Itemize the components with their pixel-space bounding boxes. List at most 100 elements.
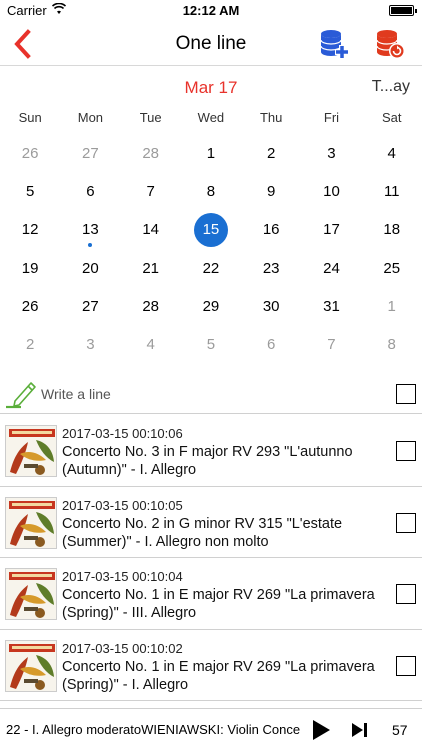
calendar-day-number: 21 xyxy=(142,259,159,277)
calendar-day[interactable]: 6 xyxy=(241,327,301,365)
entry-title: Concerto No. 1 in E major RV 269 "La pri… xyxy=(62,658,375,693)
list-item[interactable]: 2017-03-15 00:10:06 Concerto No. 3 in F … xyxy=(0,415,422,487)
calendar-day[interactable]: 7 xyxy=(301,327,361,365)
calendar-day-number: 20 xyxy=(82,259,99,277)
calendar-day[interactable]: 1 xyxy=(362,289,422,327)
database-reset-icon[interactable] xyxy=(374,28,406,60)
calendar-day[interactable]: 3 xyxy=(60,327,120,365)
calendar-day[interactable]: 1 xyxy=(181,136,241,174)
calendar-day[interactable]: 7 xyxy=(121,174,181,212)
calendar-day[interactable]: 19 xyxy=(0,251,60,289)
calendar-day[interactable]: 5 xyxy=(0,174,60,212)
list-item[interactable]: 2017-03-15 00:10:02 Concerto No. 1 in E … xyxy=(0,630,422,701)
entry-timestamp: 2017-03-15 00:10:02 xyxy=(62,640,183,656)
weekday-header: Sun Mon Tue Wed Thu Fri Sat xyxy=(0,110,422,130)
calendar-day-number: 3 xyxy=(86,335,95,353)
calendar-day-number: 5 xyxy=(206,335,216,353)
calendar-day-number: 10 xyxy=(323,183,340,201)
skip-next-icon[interactable] xyxy=(350,721,370,739)
calendar-day[interactable]: 14 xyxy=(121,212,181,250)
calendar-day[interactable]: 8 xyxy=(181,174,241,212)
calendar-week: 2 3 4 5 6 7 8 xyxy=(0,327,422,365)
calendar-day[interactable]: 25 xyxy=(362,251,422,289)
calendar-day-number: 27 xyxy=(82,297,99,315)
calendar-day[interactable]: 9 xyxy=(241,174,301,212)
entry-title: Concerto No. 3 in F major RV 293 "L'autu… xyxy=(62,444,353,478)
calendar-day-number: 5 xyxy=(25,183,35,201)
calendar-day-number: 22 xyxy=(202,259,220,277)
calendar-day[interactable]: 18 xyxy=(362,212,422,250)
play-icon[interactable] xyxy=(310,719,332,741)
calendar-day[interactable]: 17 xyxy=(301,212,361,250)
calendar-day[interactable]: 2 xyxy=(241,136,301,174)
entry-checkbox[interactable] xyxy=(396,441,416,461)
calendar-day[interactable]: 4 xyxy=(362,136,422,174)
pencil-icon xyxy=(6,382,36,409)
calendar-day-number: 8 xyxy=(387,335,396,353)
calendar-day[interactable]: 27 xyxy=(60,136,120,174)
calendar-day[interactable]: 16 xyxy=(241,212,301,250)
calendar-day-number: 26 xyxy=(21,145,39,162)
weekday-label: Sat xyxy=(381,110,402,125)
calendar-week: 5 6 7 8 9 10 11 xyxy=(0,174,422,212)
calendar-day-number: 16 xyxy=(262,221,280,239)
calendar-day-number: 11 xyxy=(383,183,400,201)
calendar-day[interactable]: 28 xyxy=(121,289,181,327)
calendar-day[interactable]: 13 xyxy=(60,212,120,250)
calendar-week: 26 27 28 29 30 31 1 xyxy=(0,289,422,327)
weekday-label: Fri xyxy=(323,110,340,125)
calendar-day[interactable]: 3 xyxy=(301,136,361,174)
calendar-day[interactable]: 5 xyxy=(181,327,241,365)
calendar-day[interactable]: 23 xyxy=(241,251,301,289)
calendar-day[interactable]: 11 xyxy=(362,174,422,212)
write-line-checkbox[interactable] xyxy=(396,384,416,404)
calendar-day-number: 25 xyxy=(383,259,401,277)
entry-timestamp: 2017-03-15 00:10:04 xyxy=(62,569,183,584)
calendar-day-number: 13 xyxy=(82,221,99,239)
calendar-day[interactable]: 21 xyxy=(121,251,181,289)
calendar-day[interactable]: 4 xyxy=(121,327,181,365)
calendar-day[interactable]: 24 xyxy=(301,251,361,289)
calendar-day[interactable]: 10 xyxy=(301,174,361,212)
calendar-day-number: 23 xyxy=(262,259,280,277)
entry-checkbox[interactable] xyxy=(396,584,416,604)
calendar-day-selected[interactable]: 15 xyxy=(181,212,241,250)
calendar-day-number: 7 xyxy=(146,183,155,201)
write-line-input[interactable]: Write a line xyxy=(41,386,111,402)
status-bar: Carrier 12:12 AM xyxy=(0,0,422,22)
calendar-day[interactable]: 28 xyxy=(121,136,181,174)
calendar-day-number: 15 xyxy=(202,221,220,239)
calendar-day-number: 27 xyxy=(82,145,99,162)
calendar-day[interactable]: 6 xyxy=(60,174,120,212)
calendar-day[interactable]: 20 xyxy=(60,251,120,289)
calendar-day-number: 30 xyxy=(262,297,280,315)
calendar-day-number: 17 xyxy=(323,221,340,239)
entry-checkbox[interactable] xyxy=(396,655,416,676)
calendar-month-title: Mar 17 xyxy=(184,78,238,97)
calendar-day[interactable]: 26 xyxy=(0,289,60,327)
calendar-day[interactable]: 12 xyxy=(0,212,60,250)
calendar-day[interactable]: 26 xyxy=(0,136,60,174)
calendar-day[interactable]: 2 xyxy=(0,327,60,365)
calendar-day-number: 28 xyxy=(142,297,159,315)
list-item[interactable]: 2017-03-15 00:10:05 Concerto No. 2 in G … xyxy=(0,487,422,558)
calendar-day-number: 6 xyxy=(267,335,276,353)
calendar-grid: 26 27 28 1 2 3 4 5 6 7 8 9 10 11 12 13 14 15 16 17 18 19 20 21 2… xyxy=(0,136,422,365)
today-button[interactable]: T...ay xyxy=(372,78,410,96)
calendar-day[interactable]: 30 xyxy=(241,289,301,327)
calendar-day[interactable]: 27 xyxy=(60,289,120,327)
weekday-label: Mon xyxy=(77,110,104,125)
calendar-day[interactable]: 22 xyxy=(181,251,241,289)
calendar-day-number: 2 xyxy=(25,335,35,353)
calendar-day-number: 18 xyxy=(383,221,401,239)
page-title: One line xyxy=(175,33,247,54)
calendar-day[interactable]: 29 xyxy=(181,289,241,327)
write-line-row[interactable]: Write a line xyxy=(0,376,422,414)
calendar-day[interactable]: 8 xyxy=(362,327,422,365)
calendar-day-number: 12 xyxy=(21,221,39,239)
album-art-thumbnail xyxy=(5,568,57,620)
database-add-icon[interactable] xyxy=(318,28,350,60)
list-item[interactable]: 2017-03-15 00:10:04 Concerto No. 1 in E … xyxy=(0,558,422,630)
calendar-day[interactable]: 31 xyxy=(301,289,361,327)
entry-checkbox[interactable] xyxy=(396,512,416,533)
